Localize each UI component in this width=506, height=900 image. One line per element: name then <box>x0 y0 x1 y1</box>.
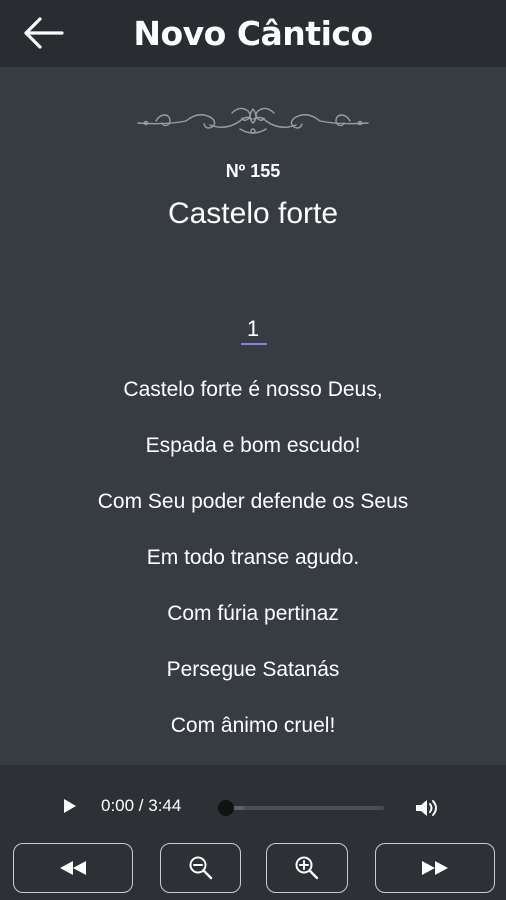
lyric-line: Castelo forte é nosso Deus, <box>123 378 383 401</box>
time-display: 0:00 / 3:44 <box>101 796 182 815</box>
fast-forward-icon <box>422 861 448 875</box>
lyric-line: Com Seu poder defende os Seus <box>97 490 409 513</box>
hymn-title: Castelo forte <box>167 197 339 230</box>
volume-icon[interactable] <box>414 797 440 819</box>
flourish-ornament-icon <box>137 107 369 134</box>
hymn-content: Nº 155 Castelo forte 1 Castelo forte é n… <box>0 67 506 765</box>
lyric-line: Em todo transe agudo. <box>146 546 360 569</box>
app-title: Novo Cântico <box>133 14 373 53</box>
hymn-number: Nº 155 <box>225 161 281 181</box>
fast-forward-button[interactable] <box>375 843 495 893</box>
rewind-icon <box>60 861 86 875</box>
lyric-line: Com fúria pertinaz <box>167 602 339 625</box>
seek-bar[interactable] <box>226 806 384 810</box>
seek-handle[interactable] <box>218 800 234 816</box>
stanza-number: 1 <box>246 316 260 341</box>
top-app-bar: Novo Cântico <box>0 0 506 67</box>
zoom-in-button[interactable] <box>266 843 348 893</box>
play-icon[interactable] <box>64 799 76 813</box>
audio-player: 0:00 / 3:44 <box>50 785 458 829</box>
player-area: 0:00 / 3:44 <box>0 765 506 900</box>
lyric-line: Com ânimo cruel! <box>170 714 336 737</box>
lyric-line: Espada e bom escudo! <box>145 434 361 457</box>
lyric-line: Persegue Satanás <box>166 658 340 681</box>
arrow-left-icon <box>24 17 64 49</box>
zoom-in-icon <box>295 856 319 880</box>
stanza-underline <box>241 343 267 345</box>
rewind-button[interactable] <box>13 843 133 893</box>
zoom-out-icon <box>189 856 212 880</box>
back-button[interactable] <box>14 10 72 56</box>
zoom-out-button[interactable] <box>160 843 241 893</box>
